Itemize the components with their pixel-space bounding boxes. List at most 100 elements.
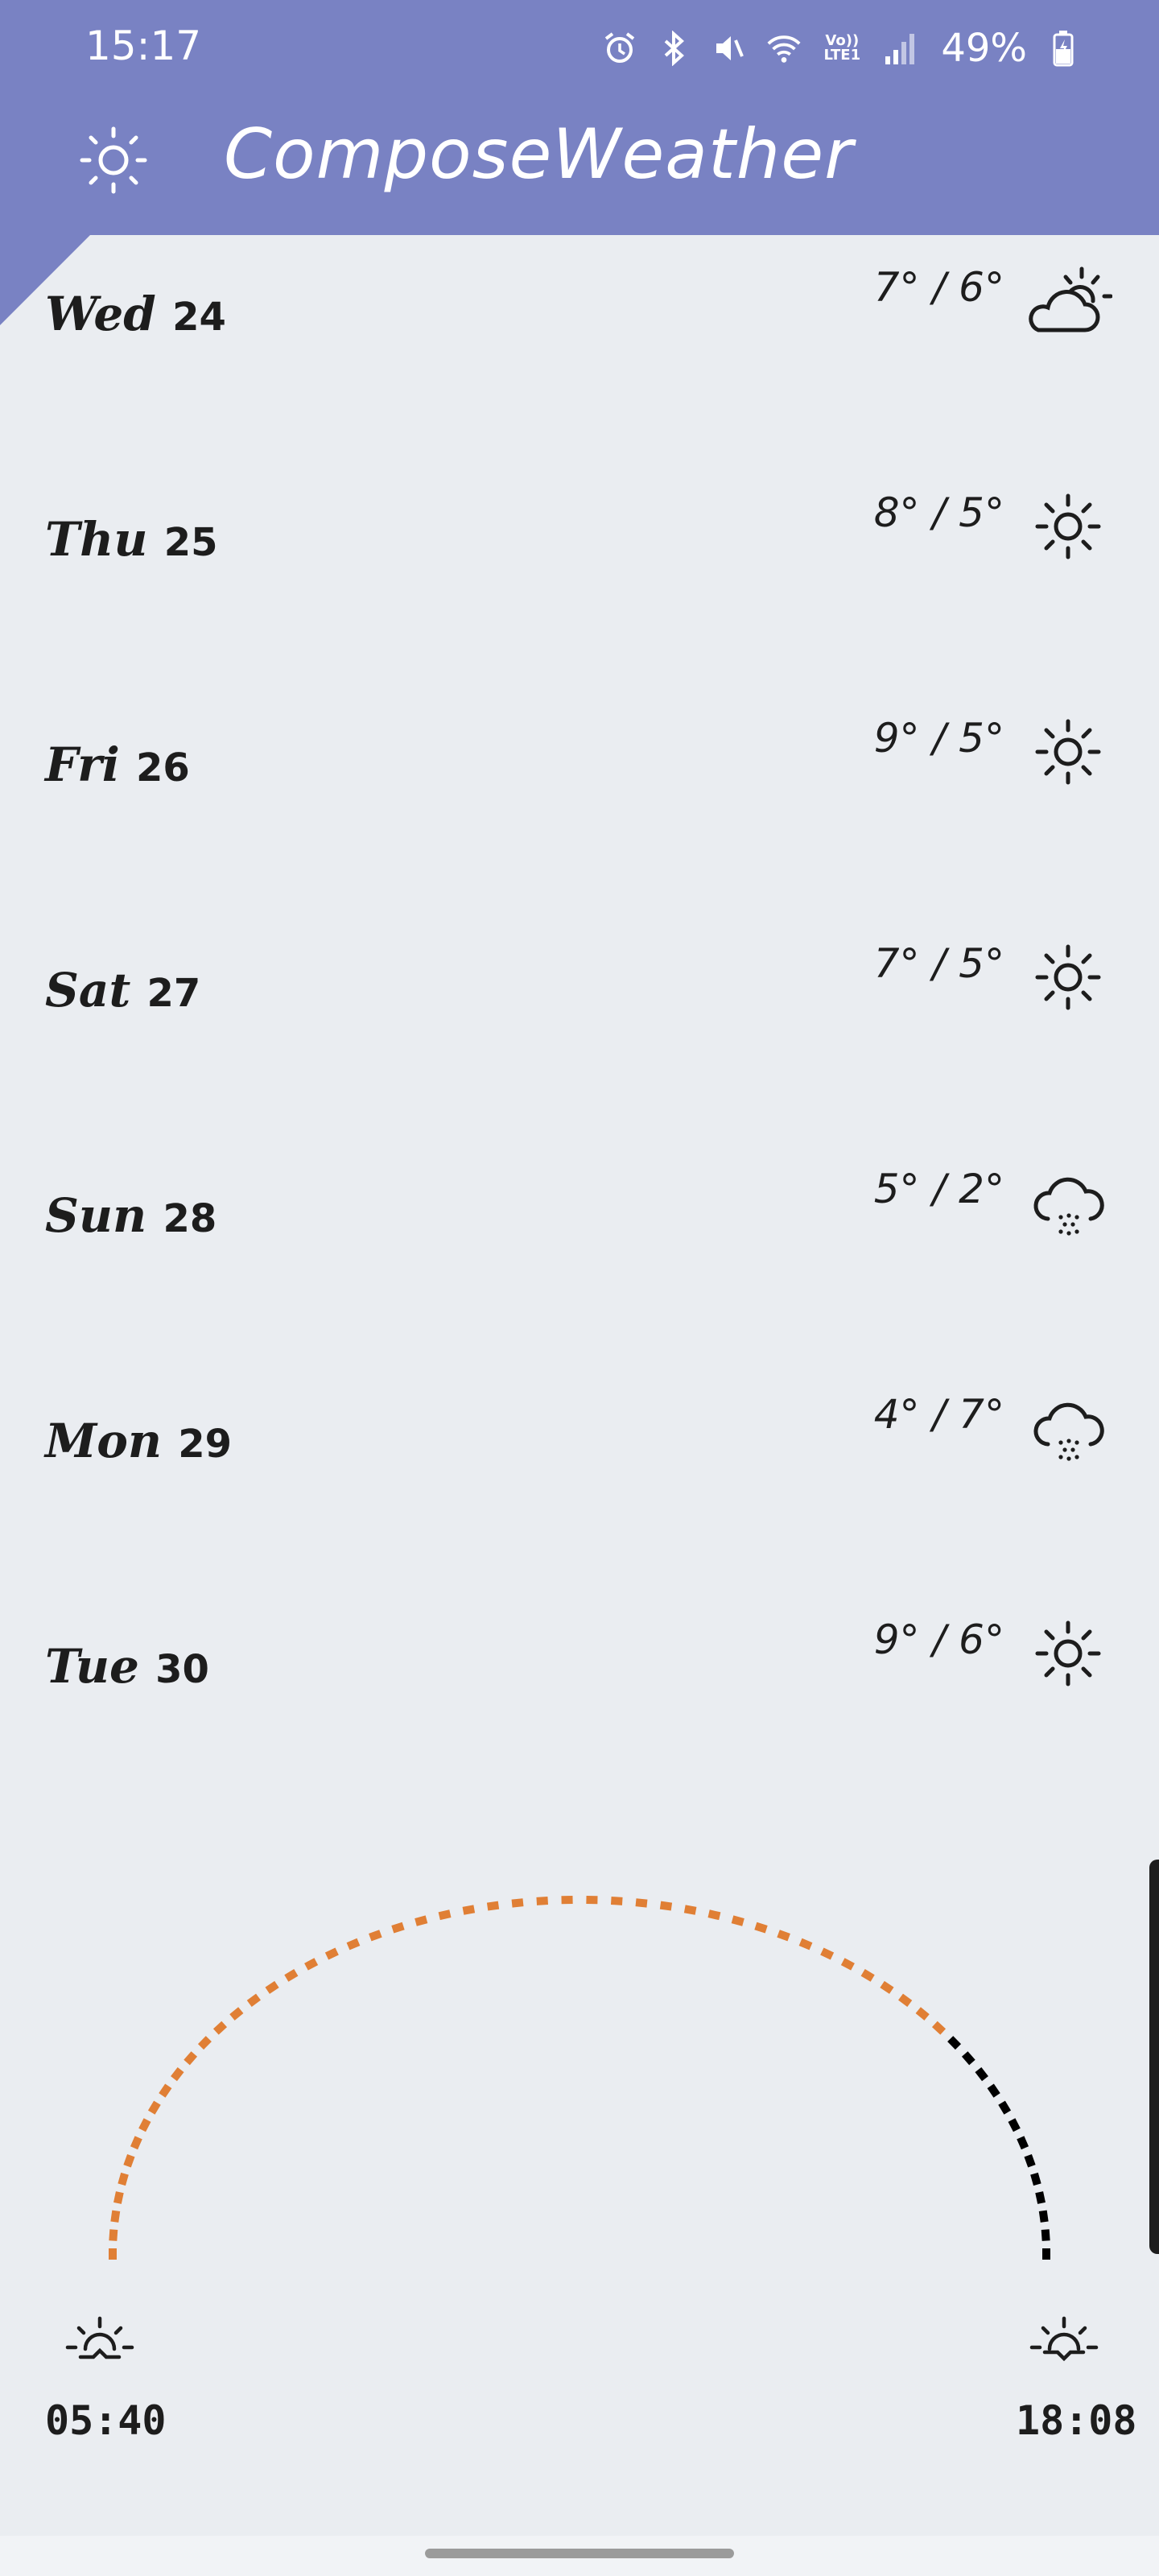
forecast-temps: 9° / 5°	[873, 715, 1004, 762]
partly-cloudy-icon	[1024, 261, 1113, 341]
battery-charging-icon	[1045, 28, 1082, 68]
forecast-day: Sun 28	[45, 1188, 217, 1243]
sun-icon[interactable]	[79, 126, 148, 195]
forecast-row[interactable]: Sun 28 5° / 2°	[0, 1143, 1159, 1256]
sun-arc-elapsed-dash	[369, 1930, 382, 1942]
forecast-temps: 7° / 6°	[873, 264, 1004, 311]
sunset-time: 18:08	[1016, 2397, 1137, 2444]
forecast-temps: 4° / 7°	[873, 1391, 1004, 1438]
alarm-icon	[601, 28, 638, 68]
sun-icon	[1024, 1613, 1112, 1694]
sun-arc	[109, 1896, 1050, 2260]
sun-arc-elapsed-dash	[123, 2153, 135, 2168]
sun-arc-remaining-dash	[1038, 2210, 1049, 2223]
sun-arc-elapsed-dash	[915, 2007, 930, 2021]
sun-arc-remaining-dash	[998, 2100, 1012, 2115]
status-time: 15:17	[85, 23, 202, 69]
sun-arc-elapsed-dash	[438, 1909, 452, 1921]
sun-arc-elapsed-dash	[265, 1980, 279, 1994]
sun-arc-remaining-dash	[987, 2083, 1000, 2098]
sun-arc-elapsed-dash	[931, 2021, 947, 2035]
wifi-icon	[765, 28, 802, 68]
sun-arc-elapsed-dash	[138, 2118, 151, 2132]
forecast-row[interactable]: Mon 29 4° / 7°	[0, 1368, 1159, 1481]
sun-arc-elapsed-dash	[860, 1969, 875, 1982]
sunrise-icon	[65, 2316, 134, 2359]
sun-arc-elapsed-dash	[486, 1901, 500, 1911]
sun-arc-remaining-dash	[1024, 2153, 1036, 2168]
mute-icon	[711, 28, 748, 68]
sunset-icon	[1029, 2316, 1099, 2362]
volte-icon: Vo)) LTE1	[820, 34, 864, 63]
forecast-day-name: Thu	[45, 512, 148, 567]
sun-arc-remaining-dash	[1030, 2172, 1041, 2186]
forecast-day-date: 24	[172, 295, 226, 340]
bluetooth-icon	[656, 28, 693, 68]
snow-cloud-icon	[1024, 1162, 1112, 1243]
sun-arc-elapsed-dash	[683, 1905, 697, 1915]
sun-arc-remaining-dash	[1008, 2118, 1021, 2132]
sun-arc-elapsed-dash	[462, 1905, 476, 1915]
sun-arc-elapsed-dash	[731, 1915, 744, 1926]
sun-arc-elapsed-dash	[212, 2021, 228, 2035]
forecast-row[interactable]: Thu 25 8° / 5°	[0, 467, 1159, 580]
battery-level: 49%	[941, 26, 1027, 71]
app-header: 15:17 Vo)) LTE1 49% ComposeWeather	[0, 0, 1159, 235]
forecast-row[interactable]: Sat 27 7° / 5°	[0, 918, 1159, 1030]
sun-arc-elapsed-dash	[346, 1938, 361, 1951]
sun-arc-elapsed-dash	[820, 1947, 835, 1960]
forecast-day: Fri 26	[45, 737, 190, 792]
sun-arc-elapsed-dash	[109, 2248, 117, 2260]
sun-arc-elapsed-dash	[110, 2210, 121, 2223]
sun-arc-elapsed-dash	[635, 1898, 648, 1908]
sun-arc-elapsed-dash	[586, 1896, 598, 1905]
sun-arc-elapsed-dash	[777, 1930, 790, 1942]
sun-arc-elapsed-dash	[130, 2136, 142, 2150]
forecast-day-name: Tue	[45, 1639, 139, 1694]
edge-panel-handle[interactable]	[1149, 1860, 1159, 2254]
sun-arc-elapsed-dash	[561, 1896, 573, 1905]
sun-arc-elapsed-dash	[798, 1938, 813, 1951]
forecast-day: Sat 27	[45, 963, 200, 1018]
forecast-day-name: Wed	[45, 287, 156, 341]
forecast-row[interactable]: Tue 30 9° / 6°	[0, 1594, 1159, 1707]
forecast-row[interactable]: Wed 24 7° / 6°	[0, 242, 1159, 354]
sun-arc-remaining-dash	[975, 2067, 988, 2082]
status-icons: Vo)) LTE1 49%	[601, 24, 1082, 72]
sunrise-time: 05:40	[45, 2397, 167, 2444]
sun-arc-elapsed-dash	[415, 1915, 428, 1926]
sun-arc-remaining-dash	[961, 2051, 975, 2066]
forecast-day: Wed 24	[45, 287, 226, 341]
sun-icon	[1024, 486, 1112, 567]
forecast-row[interactable]: Fri 26 9° / 5°	[0, 692, 1159, 805]
sun-arc-elapsed-dash	[610, 1896, 623, 1905]
sun-arc-elapsed-dash	[324, 1947, 339, 1960]
forecast-day-name: Mon	[45, 1414, 163, 1468]
forecast-day-date: 28	[163, 1196, 217, 1241]
signal-icon	[881, 28, 918, 68]
sun-arc-elapsed-dash	[659, 1901, 673, 1911]
forecast-day: Tue 30	[45, 1639, 209, 1694]
sun-arc-elapsed-dash	[184, 2051, 198, 2066]
forecast-day-name: Fri	[45, 737, 120, 792]
sun-arc-elapsed-dash	[391, 1922, 405, 1934]
app-title: ComposeWeather	[224, 114, 854, 195]
sun-arc-remaining-dash	[1017, 2136, 1029, 2150]
sun-arc-elapsed-dash	[171, 2067, 184, 2082]
sun-arc-elapsed-dash	[229, 2007, 244, 2021]
forecast-temps: 5° / 2°	[873, 1166, 1004, 1212]
forecast-day-date: 29	[178, 1422, 233, 1467]
forecast-day-name: Sat	[45, 963, 131, 1018]
sun-arc-elapsed-dash	[754, 1922, 768, 1934]
sun-icon	[1024, 712, 1112, 792]
sun-arc-elapsed-dash	[536, 1896, 549, 1905]
forecast-day-date: 26	[135, 745, 190, 791]
sun-arc-elapsed-dash	[246, 1993, 261, 2007]
forecast-temps: 7° / 5°	[873, 940, 1004, 987]
home-indicator[interactable]	[425, 2549, 734, 2558]
sun-arc-elapsed-dash	[880, 1980, 894, 1994]
forecast-day: Thu 25	[45, 512, 218, 567]
sun-icon	[1024, 937, 1112, 1018]
sun-arc-remaining-dash	[947, 2036, 962, 2050]
sun-arc-elapsed-dash	[898, 1993, 913, 2007]
